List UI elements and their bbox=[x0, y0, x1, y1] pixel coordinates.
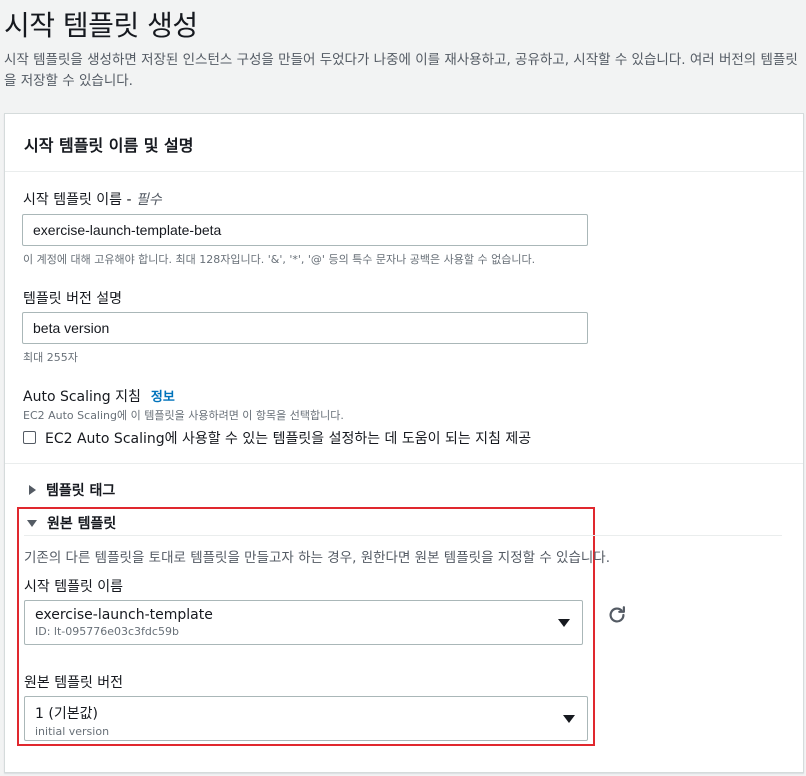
template-name-label-text: 시작 템플릿 이름 - bbox=[23, 192, 137, 208]
template-name-hint: 이 계정에 대해 고유해야 합니다. 최대 128자입니다. '&', '*',… bbox=[23, 253, 536, 266]
template-name-label: 시작 템플릿 이름 - 필수 bbox=[23, 189, 162, 209]
autoscaling-label-text: Auto Scaling 지침 bbox=[23, 389, 141, 405]
autoscaling-label: Auto Scaling 지침 정보 bbox=[23, 386, 175, 406]
caret-right-icon bbox=[29, 485, 36, 495]
caret-down-icon bbox=[27, 519, 37, 527]
template-tags-expander[interactable]: 템플릿 태그 bbox=[29, 480, 115, 500]
required-marker: 필수 bbox=[136, 192, 162, 208]
version-description-input[interactable] bbox=[22, 312, 588, 344]
version-description-label: 템플릿 버전 설명 bbox=[23, 291, 123, 307]
source-template-label: 원본 템플릿 bbox=[47, 516, 117, 532]
autoscaling-checkbox[interactable] bbox=[23, 431, 36, 444]
autoscaling-checkbox-label[interactable]: EC2 Auto Scaling에 사용할 수 있는 템플릿을 설정하는 데 도… bbox=[45, 428, 531, 448]
page-title: 시작 템플릿 생성 bbox=[4, 9, 198, 42]
version-description-hint: 최대 255자 bbox=[23, 351, 78, 364]
autoscaling-hint: EC2 Auto Scaling에 이 템플릿을 사용하려면 이 항목을 선택합… bbox=[23, 409, 344, 422]
section-divider bbox=[5, 463, 803, 464]
card-header: 시작 템플릿 이름 및 설명 bbox=[5, 114, 803, 172]
info-link[interactable]: 정보 bbox=[151, 390, 175, 405]
source-template-divider bbox=[24, 535, 782, 536]
page-description: 시작 템플릿을 생성하면 저장된 인스턴스 구성을 만들어 두었다가 나중에 이… bbox=[4, 52, 798, 89]
template-tags-label: 템플릿 태그 bbox=[46, 483, 116, 499]
template-name-input[interactable] bbox=[22, 214, 588, 246]
source-template-select[interactable]: exercise-launch-template ID: lt-095776e0… bbox=[24, 600, 583, 645]
source-template-name-label: 시작 템플릿 이름 bbox=[24, 579, 124, 595]
source-template-expander[interactable]: 원본 템플릿 bbox=[27, 513, 116, 533]
source-template-select-id: ID: lt-095776e03c3fdc59b bbox=[35, 625, 179, 638]
source-version-label: 원본 템플릿 버전 bbox=[24, 675, 124, 691]
source-version-select[interactable]: 1 (기본값) initial version bbox=[24, 696, 588, 741]
source-template-description: 기존의 다른 템플릿을 토대로 템플릿을 만들고자 하는 경우, 원한다면 원본… bbox=[24, 550, 611, 566]
source-template-select-value: exercise-launch-template bbox=[35, 607, 213, 623]
dropdown-caret-icon bbox=[558, 618, 570, 627]
source-version-select-sub: initial version bbox=[35, 725, 110, 738]
source-version-select-value: 1 (기본값) bbox=[35, 706, 98, 722]
dropdown-caret-icon bbox=[563, 714, 575, 723]
refresh-icon[interactable] bbox=[606, 604, 628, 626]
card-title: 시작 템플릿 이름 및 설명 bbox=[24, 136, 194, 155]
